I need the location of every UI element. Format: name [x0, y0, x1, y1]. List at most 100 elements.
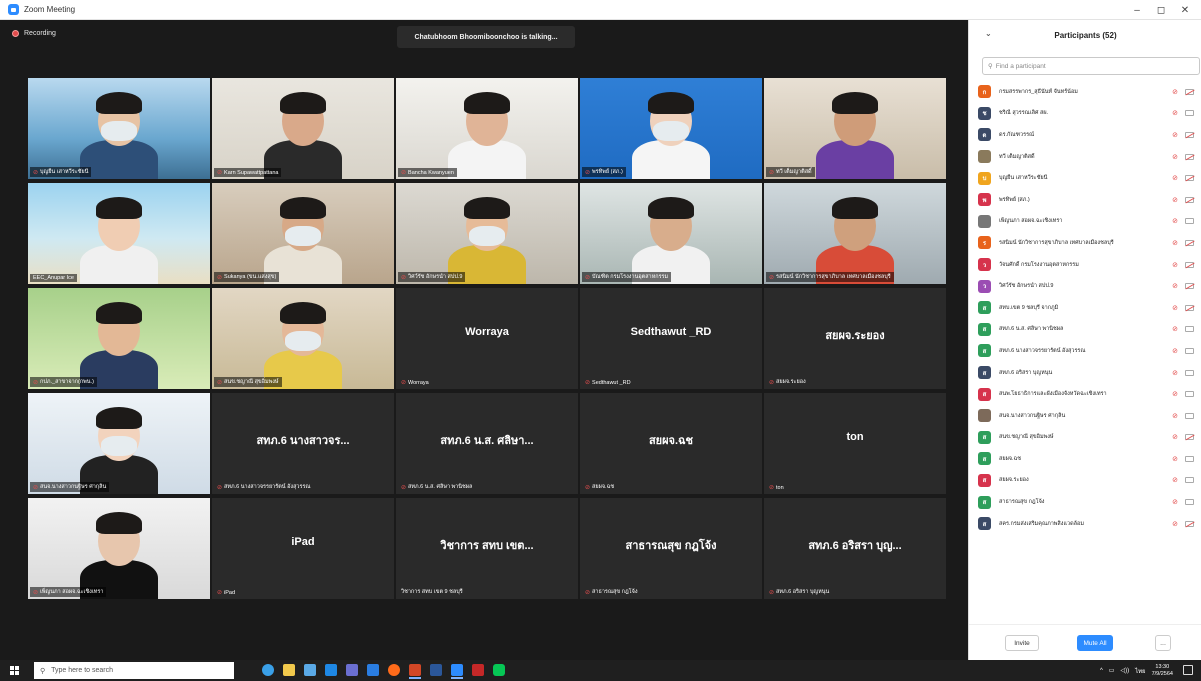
video-tile[interactable]: ⊘ Sukanya (ขน.แสงสุข)	[212, 183, 394, 284]
muted-mic-icon[interactable]: ⊘	[1172, 131, 1178, 139]
participant-row[interactable]: ส สนข.ชญาณี สุขอิ่มพงษ์ ⊘	[969, 427, 1201, 449]
video-tile[interactable]: EEC_Anupar Ice	[28, 183, 210, 284]
mail-icon[interactable]	[325, 664, 337, 676]
participant-row[interactable]: สนจ.นางสาวกนฐิษร ศากุลิน ⊘	[969, 405, 1201, 427]
zoom-app-icon[interactable]	[367, 664, 379, 676]
muted-mic-icon[interactable]: ⊘	[1172, 153, 1178, 161]
teams-icon[interactable]	[346, 664, 358, 676]
participant-row[interactable]: ส สยผจ.ฉช ⊘	[969, 448, 1201, 470]
camera-icon[interactable]	[1185, 499, 1194, 506]
video-tile[interactable]: ⊘ สนจ.นางสาวกนฐิษร ศากุลิน	[28, 393, 210, 494]
video-tile[interactable]: ⊘ เพ็ญนภา สอผจ.ฉะเชิงเทรา	[28, 498, 210, 599]
muted-mic-icon[interactable]: ⊘	[1172, 520, 1178, 528]
video-tile[interactable]: ton ⊘ ton	[764, 393, 946, 494]
store-icon[interactable]	[304, 664, 316, 676]
camera-off-icon[interactable]	[1185, 196, 1194, 203]
camera-off-icon[interactable]	[1185, 153, 1194, 160]
acrobat-icon[interactable]	[472, 664, 484, 676]
more-options-button[interactable]: ...	[1155, 635, 1171, 651]
participant-row[interactable]: พ พรทิพย์ (สภ.) ⊘	[969, 189, 1201, 211]
mute-all-button[interactable]: Mute All	[1077, 635, 1113, 651]
camera-off-icon[interactable]	[1185, 261, 1194, 268]
video-tile[interactable]: ⊘ ทวี เต็มญาติสดิ์	[764, 78, 946, 179]
participant-row[interactable]: ช ชริณี สุวรรณเลิศ สผ. ⊘	[969, 103, 1201, 125]
muted-mic-icon[interactable]: ⊘	[1172, 498, 1178, 506]
video-tile[interactable]: สาธารณสุข กฎโจ้ง ⊘ สาธารณสุข กฎโจ้ง	[580, 498, 762, 599]
muted-mic-icon[interactable]: ⊘	[1172, 282, 1178, 290]
recording-indicator[interactable]: Recording	[12, 30, 56, 37]
participant-row[interactable]: ส สาธารณสุข กฎโจ้ง ⊘	[969, 491, 1201, 513]
participant-search-input[interactable]: ⚲ Find a participant	[982, 57, 1200, 75]
video-tile[interactable]: ⊘ Bancha Kwanyuen	[396, 78, 578, 179]
participant-row[interactable]: ร รสนิมน์ นักวิชาการสุขาภิบาล เทศบาลเมือง…	[969, 232, 1201, 254]
video-tile[interactable]: ⊘ วิศว์รัช อักษรนำ สปป.9	[396, 183, 578, 284]
muted-mic-icon[interactable]: ⊘	[1172, 109, 1178, 117]
muted-mic-icon[interactable]: ⊘	[1172, 369, 1178, 377]
participant-row[interactable]: ทวี เต็มญาติสดิ์ ⊘	[969, 146, 1201, 168]
participant-row[interactable]: ส สทภ.6 อริสรา บุญหนุน ⊘	[969, 362, 1201, 384]
muted-mic-icon[interactable]: ⊘	[1172, 476, 1178, 484]
camera-icon[interactable]	[1185, 412, 1194, 419]
muted-mic-icon[interactable]: ⊘	[1172, 433, 1178, 441]
camera-off-icon[interactable]	[1185, 283, 1194, 290]
participant-row[interactable]: ว วิศว์รัช อักษรนำ สปป.9 ⊘	[969, 275, 1201, 297]
muted-mic-icon[interactable]: ⊘	[1172, 455, 1178, 463]
camera-icon[interactable]	[1185, 218, 1194, 225]
muted-mic-icon[interactable]: ⊘	[1172, 88, 1178, 96]
word-icon[interactable]	[430, 664, 442, 676]
participant-row[interactable]: ส สนพ.โยธาธิการและผังเมืองจังหวัดฉะเชิงเท…	[969, 383, 1201, 405]
video-tile[interactable]: วิชาการ สทบ เขต... วิชาการ สทบ เขต 9 ชลบุ…	[396, 498, 578, 599]
camera-icon[interactable]	[1185, 347, 1194, 354]
minimize-button[interactable]: –	[1125, 0, 1149, 20]
participant-row[interactable]: ส สทบ.เขต 9 ชลบุรี จากภูมิ ⊘	[969, 297, 1201, 319]
notifications-icon[interactable]	[1183, 665, 1193, 675]
language-indicator[interactable]: ไทย	[1135, 666, 1146, 676]
network-icon[interactable]: ▭	[1109, 667, 1115, 674]
tray-chevron-icon[interactable]: ^	[1100, 668, 1103, 674]
participant-row[interactable]: เพ็ญนภา สอผจ.ฉะเชิงเทรา ⊘	[969, 211, 1201, 233]
participant-row[interactable]: ส สทภ.6 นางสาวจรรยารัตน์ อังสุวรรณ ⊘	[969, 340, 1201, 362]
camera-icon[interactable]	[1185, 369, 1194, 376]
video-tile[interactable]: ⊘ รสนิมน์ นักวิชาการสุขาภิบาล เทศบาลเมือง…	[764, 183, 946, 284]
camera-icon[interactable]	[1185, 391, 1194, 398]
video-tile[interactable]: สทภ.6 นางสาวจร... ⊘ สทภ.6 นางสาวจรรยารัตน์…	[212, 393, 394, 494]
participant-row[interactable]: ส สทภ.6 น.ส. ศลิษา พานิชผล ⊘	[969, 319, 1201, 341]
video-tile[interactable]: ⊘ กปภ._สาขาจาก(กพน.)	[28, 288, 210, 389]
video-tile[interactable]: สทภ.6 น.ส. ศลิษา... ⊘ สทภ.6 น.ส. ศลิษา พาน…	[396, 393, 578, 494]
participant-row[interactable]: ส สยผจ.ระยอง ⊘	[969, 470, 1201, 492]
camera-icon[interactable]	[1185, 455, 1194, 462]
participant-row[interactable]: ด ดร.กัณฑวรรณ์ ⊘	[969, 124, 1201, 146]
video-tile[interactable]: สยผจ.ระยอง ⊘ สยผจ.ระยอง	[764, 288, 946, 389]
powerpoint-icon[interactable]	[409, 664, 421, 679]
video-tile[interactable]: ⊘ บุญยืน เสาหวีระชัยนี	[28, 78, 210, 179]
camera-off-icon[interactable]	[1185, 131, 1194, 138]
camera-off-icon[interactable]	[1185, 434, 1194, 441]
camera-off-icon[interactable]	[1185, 520, 1194, 527]
video-tile[interactable]: ⊘ บัณฑิต กรมโรงงานอุตสาหกรรม	[580, 183, 762, 284]
video-tile[interactable]: Sedthawut _RD ⊘ Sedthawut _RD	[580, 288, 762, 389]
camera-off-icon[interactable]	[1185, 175, 1194, 182]
edge-icon[interactable]	[262, 664, 274, 676]
video-tile[interactable]: ⊘ Karn Supawattpattana	[212, 78, 394, 179]
muted-mic-icon[interactable]: ⊘	[1172, 412, 1178, 420]
camera-icon[interactable]	[1185, 326, 1194, 333]
camera-icon[interactable]	[1185, 477, 1194, 484]
participant-row[interactable]: บ บุญยืน เสาหวีระชัยนี ⊘	[969, 167, 1201, 189]
participant-row[interactable]: ว วัจนศักดิ์ กรมโรงงานอุตสาหกรรม ⊘	[969, 254, 1201, 276]
line-icon[interactable]	[493, 664, 505, 676]
invite-button[interactable]: Invite	[1005, 635, 1039, 651]
video-tile[interactable]: สทภ.6 อริสรา บุญ... ⊘ สทภ.6 อริสรา บุญหนุน	[764, 498, 946, 599]
close-button[interactable]: ✕	[1173, 0, 1197, 20]
windows-start-icon[interactable]	[10, 666, 19, 675]
muted-mic-icon[interactable]: ⊘	[1172, 174, 1178, 182]
maximize-button[interactable]: ◻	[1149, 0, 1173, 20]
file-explorer-icon[interactable]	[283, 664, 295, 676]
camera-off-icon[interactable]	[1185, 88, 1194, 95]
firefox-icon[interactable]	[388, 664, 400, 676]
video-tile[interactable]: Worraya ⊘ Worraya	[396, 288, 578, 389]
collapse-chevron-icon[interactable]: ⌄	[985, 29, 992, 38]
taskbar-search-input[interactable]: ⚲ Type here to search	[34, 662, 234, 679]
camera-icon[interactable]	[1185, 110, 1194, 117]
video-tile[interactable]: ⊘ พรทิพย์ (สภ.)	[580, 78, 762, 179]
muted-mic-icon[interactable]: ⊘	[1172, 239, 1178, 247]
